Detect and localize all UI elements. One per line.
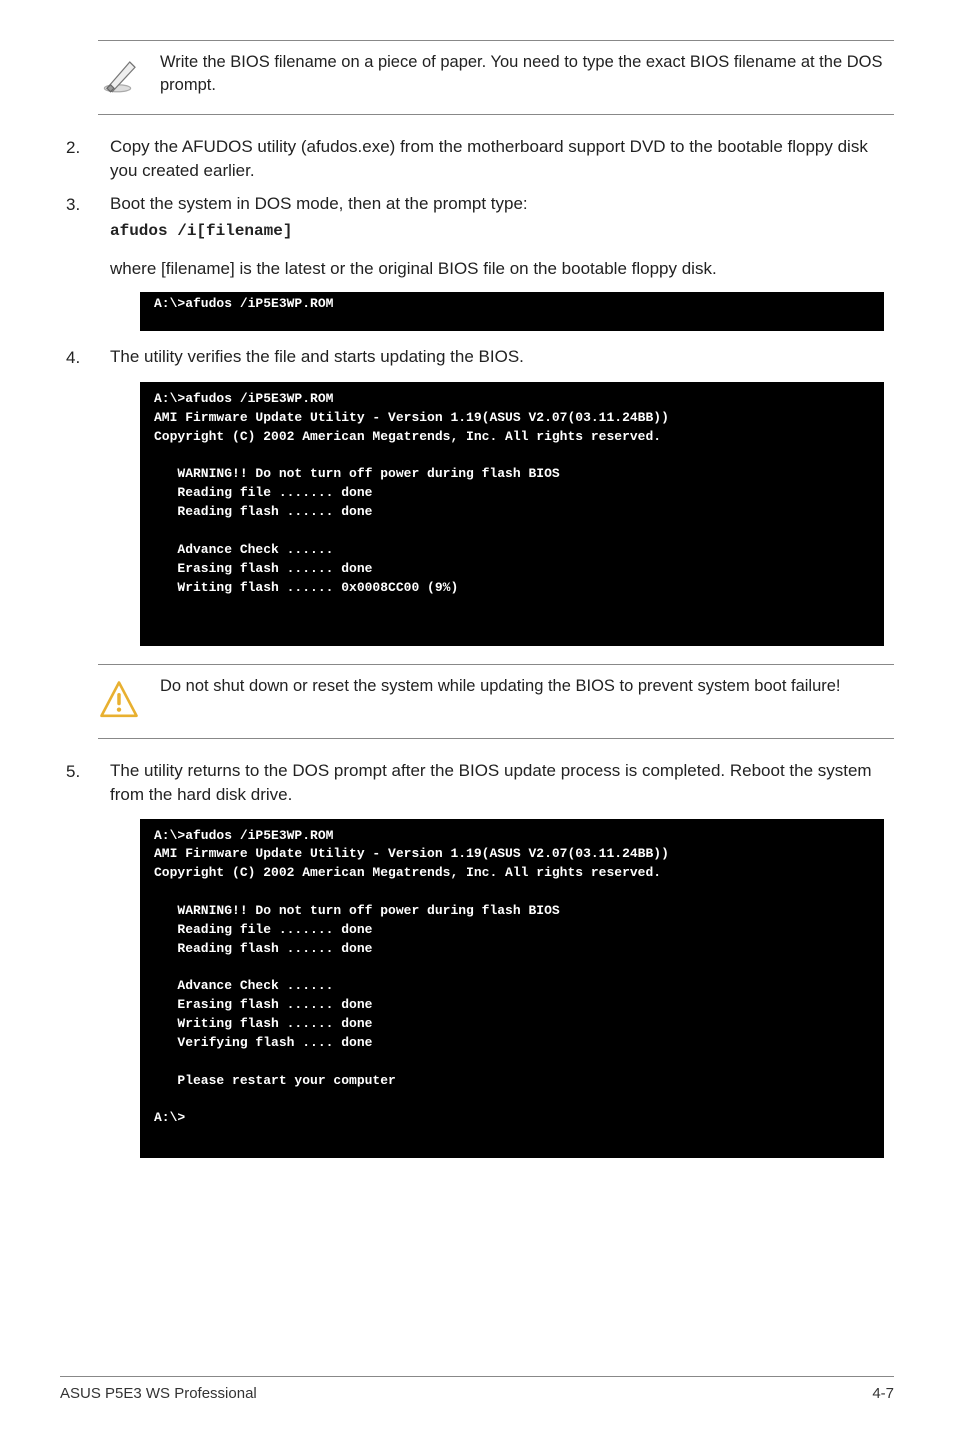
step-body: Copy the AFUDOS utility (afudos.exe) fro… <box>110 135 894 183</box>
footer-page-number: 4-7 <box>872 1383 894 1404</box>
steps-2-3: 2. Copy the AFUDOS utility (afudos.exe) … <box>60 135 894 243</box>
page-footer: ASUS P5E3 WS Professional 4-7 <box>60 1376 894 1404</box>
terminal-output-2: A:\>afudos /iP5E3WP.ROM AMI Firmware Upd… <box>140 382 884 646</box>
step-number: 3. <box>60 192 110 242</box>
step3-sub: where [filename] is the latest or the or… <box>110 257 894 281</box>
step-4: 4. The utility verifies the file and sta… <box>60 345 894 370</box>
step-text: Boot the system in DOS mode, then at the… <box>110 192 894 216</box>
step-5: 5. The utility returns to the DOS prompt… <box>60 759 894 807</box>
pencil-icon <box>98 51 154 104</box>
terminal-output-1: A:\>afudos /iP5E3WP.ROM <box>140 292 884 331</box>
step-number: 2. <box>60 135 110 183</box>
footer-model: ASUS P5E3 WS Professional <box>60 1383 257 1404</box>
code-line: afudos /i[filename] <box>110 220 894 242</box>
note-warning: Do not shut down or reset the system whi… <box>98 664 894 739</box>
step-text: The utility returns to the DOS prompt af… <box>110 759 894 807</box>
warning-icon <box>98 675 154 728</box>
step-body: Boot the system in DOS mode, then at the… <box>110 192 894 242</box>
note-pencil: Write the BIOS filename on a piece of pa… <box>98 40 894 115</box>
step-text: The utility verifies the file and starts… <box>110 345 894 370</box>
step-number: 4. <box>60 345 110 370</box>
step-number: 5. <box>60 759 110 807</box>
terminal-output-3: A:\>afudos /iP5E3WP.ROM AMI Firmware Upd… <box>140 819 884 1159</box>
note-text: Do not shut down or reset the system whi… <box>154 675 884 698</box>
note-text: Write the BIOS filename on a piece of pa… <box>154 51 884 97</box>
